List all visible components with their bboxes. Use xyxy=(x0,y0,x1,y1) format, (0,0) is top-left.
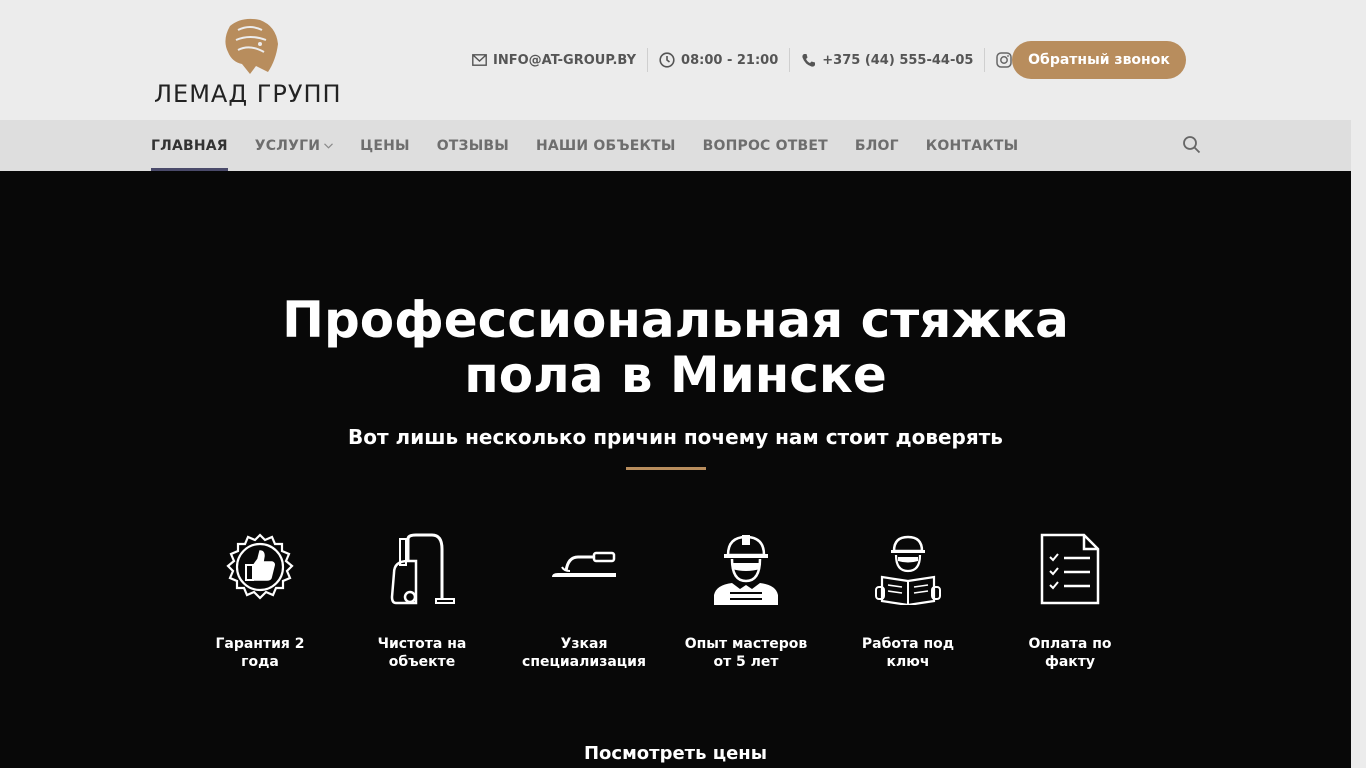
phone-icon xyxy=(802,53,816,67)
feature-label-line: года xyxy=(241,654,279,670)
nav-item-home[interactable]: ГЛАВНАЯ xyxy=(151,120,228,171)
nav-item-label: НАШИ ОБЪЕКТЫ xyxy=(535,137,676,154)
nav-item-blog[interactable]: БЛОГ xyxy=(855,120,899,171)
instagram-icon xyxy=(996,52,1013,68)
main-nav: ГЛАВНАЯ УСЛУГИ ЦЕНЫ ОТЗЫВЫ НАШИ ОБЪЕКТЫ … xyxy=(0,120,1351,171)
nav-item-label: ВОПРОС ОТВЕТ xyxy=(702,137,828,154)
hours-info: 08:00 - 21:00 xyxy=(659,52,778,68)
feature-label: Опыт мастеров от 5 лет xyxy=(676,635,816,671)
page-scrollbar[interactable] xyxy=(1351,120,1366,768)
chevron-down-icon xyxy=(324,142,334,149)
feature-item: Опыт мастеров от 5 лет xyxy=(676,533,816,671)
trowel-icon xyxy=(552,551,616,577)
feature-label: Работа под ключ xyxy=(838,635,978,671)
email-link[interactable]: INFO@AT-GROUP.BY xyxy=(472,53,636,68)
feature-label-line: специализация xyxy=(522,654,646,670)
feature-label-line: от 5 лет xyxy=(713,654,779,670)
logo-text: ЛЕМАД ГРУПП xyxy=(154,80,342,108)
nav-item-contacts[interactable]: КОНТАКТЫ xyxy=(926,120,1019,171)
search-icon[interactable] xyxy=(1182,135,1202,155)
email-text: INFO@AT-GROUP.BY xyxy=(493,52,637,68)
feature-label-line: Опыт мастеров xyxy=(684,636,808,652)
view-prices-link[interactable]: Посмотреть цены xyxy=(0,743,1351,764)
vacuum-cleaner-icon xyxy=(390,533,455,605)
nav-item-reviews[interactable]: ОТЗЫВЫ xyxy=(437,120,509,171)
nav-item-prices[interactable]: ЦЕНЫ xyxy=(360,120,410,171)
feature-label-line: факту xyxy=(1044,654,1096,670)
hero-subtitle: Вот лишь несколько причин почему нам сто… xyxy=(348,425,1003,449)
hero-title-line: Профессиональная стяжка xyxy=(282,291,1069,349)
feature-label-line: Чистота на xyxy=(377,636,467,652)
feature-item: Чистота на объекте xyxy=(352,533,492,671)
thumbs-up-badge-icon xyxy=(226,533,294,600)
feature-label: Узкая специализация xyxy=(514,635,654,671)
envelope-icon xyxy=(472,54,487,66)
feature-item: Узкая специализация xyxy=(514,533,654,671)
hero-title: Профессиональная стяжка пола в Минске xyxy=(0,293,1351,403)
nav-item-label: ГЛАВНАЯ xyxy=(151,137,228,154)
feature-item: Гарантия 2 года xyxy=(190,533,330,671)
hero-section: Профессиональная стяжка пола в Минске Во… xyxy=(0,171,1351,768)
nav-item-label: КОНТАКТЫ xyxy=(925,137,1019,154)
feature-label-line: Работа под xyxy=(861,636,955,652)
logo[interactable]: ЛЕМАД ГРУПП xyxy=(152,14,352,108)
feature-label-line: Гарантия 2 xyxy=(215,636,305,652)
hero-title-line: пола в Минске xyxy=(464,346,887,404)
feature-label: Гарантия 2 года xyxy=(190,635,330,671)
divider xyxy=(984,48,986,72)
nav-item-label: ЦЕНЫ xyxy=(360,137,410,154)
contacts-bar: INFO@AT-GROUP.BY 08:00 - 21:00 +375 (44)… xyxy=(472,41,1041,79)
nav-item-services[interactable]: УСЛУГИ xyxy=(254,120,334,171)
feature-label: Чистота на объекте xyxy=(352,635,492,671)
worker-icon xyxy=(714,535,778,605)
nav-list: ГЛАВНАЯ УСЛУГИ ЦЕНЫ ОТЗЫВЫ НАШИ ОБЪЕКТЫ … xyxy=(151,120,1045,171)
divider xyxy=(647,48,649,72)
clock-icon xyxy=(659,52,675,68)
phone-text: +375 (44) 555-44-05 xyxy=(822,52,974,68)
feature-label-line: объекте xyxy=(388,654,456,670)
nav-item-faq[interactable]: ВОПРОС ОТВЕТ xyxy=(703,120,828,171)
engineer-blueprint-icon xyxy=(875,535,941,605)
callback-button[interactable]: Обратный звонок xyxy=(1012,41,1186,79)
nav-item-label: УСЛУГИ xyxy=(254,137,321,154)
feature-label-line: ключ xyxy=(886,654,930,670)
phone-link[interactable]: +375 (44) 555-44-05 xyxy=(801,53,973,68)
accent-divider xyxy=(626,467,706,470)
feature-label: Оплата по факту xyxy=(1000,635,1140,671)
checklist-document-icon xyxy=(1040,533,1100,605)
top-bar: ЛЕМАД ГРУПП INFO@AT-GROUP.BY 08:00 - 21:… xyxy=(0,0,1366,120)
feature-label-line: Оплата по xyxy=(1028,636,1112,652)
lion-logo-icon xyxy=(225,18,278,74)
feature-item: Работа под ключ xyxy=(838,533,978,671)
nav-item-label: ОТЗЫВЫ xyxy=(436,137,509,154)
nav-item-objects[interactable]: НАШИ ОБЪЕКТЫ xyxy=(536,120,676,171)
hours-text: 08:00 - 21:00 xyxy=(681,52,779,68)
nav-item-label: БЛОГ xyxy=(854,137,899,154)
feature-label-line: Узкая xyxy=(560,636,608,652)
feature-item: Оплата по факту xyxy=(1000,533,1140,671)
divider xyxy=(789,48,791,72)
